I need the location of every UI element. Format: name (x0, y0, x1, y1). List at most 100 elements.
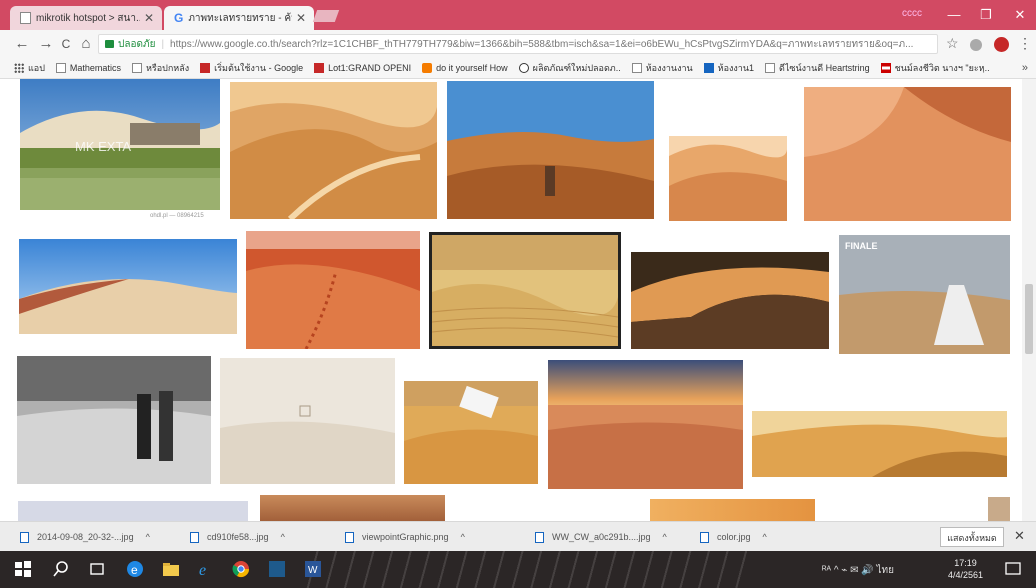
bookmark-label: ห้องงาน1 (717, 63, 755, 73)
close-download-shelf-button[interactable]: ✕ (1014, 528, 1025, 544)
secure-label: ปลอดภัย (118, 38, 156, 50)
chevron-up-icon[interactable]: ^ (663, 532, 667, 542)
download-item[interactable]: viewpointGraphic.png ^ (345, 528, 465, 546)
minimize-button[interactable]: — (940, 4, 968, 26)
flag-icon (703, 63, 714, 73)
bookmark-label: ชนม์ลงชีวิต นางฯ "ยะหฺ.. (894, 63, 990, 73)
chevron-up-icon[interactable]: ^ (461, 532, 465, 542)
vertical-scrollbar[interactable] (1022, 79, 1036, 521)
download-filename: WW_CW_a0c291b....jpg (552, 532, 651, 542)
bookmark-star-icon[interactable]: ☆ (946, 35, 959, 52)
bookmark-item[interactable]: ผลิตภัณฑ์ใหม่ปลอดภ.. (518, 61, 621, 75)
system-tray[interactable]: ᴿᴬ ^ ⌁ ✉ 🔊 ไทย (822, 563, 894, 578)
result-image-sunset-dunes[interactable] (548, 360, 743, 489)
result-image-red-dune-footprints[interactable] (246, 231, 420, 349)
edge-browser-icon[interactable]: e (126, 560, 144, 578)
download-filename: viewpointGraphic.png (362, 532, 449, 542)
result-image-partial[interactable] (988, 497, 1010, 521)
bookmark-item[interactable]: ห้องงาน1 (703, 61, 755, 75)
chrome-icon[interactable] (232, 560, 250, 578)
result-image-shadow-dune[interactable] (631, 252, 829, 349)
result-image-pale-dunes[interactable] (19, 239, 237, 334)
lock-icon (105, 40, 114, 48)
download-item[interactable]: color.jpg ^ (700, 528, 767, 546)
search-icon[interactable] (52, 560, 70, 578)
result-image-finale-bride[interactable]: FINALE (839, 235, 1010, 354)
task-view-icon[interactable] (88, 560, 106, 578)
tab-mikrotik[interactable]: mikrotik hotspot > สนา.. ✕ (10, 6, 162, 30)
forward-button[interactable]: → (36, 34, 56, 54)
bookmark-item[interactable]: หรือปกหลัง (131, 61, 190, 75)
close-tab-icon[interactable]: ✕ (144, 11, 154, 25)
bookmark-item[interactable]: ห้องงานงาน (631, 61, 693, 75)
file-icon (535, 531, 544, 543)
chevron-up-icon[interactable]: ^ (763, 532, 767, 542)
bookmark-label: Mathematics (69, 63, 121, 73)
result-image-rippled-desert[interactable] (429, 232, 621, 349)
reload-button[interactable]: C (56, 34, 76, 54)
profile-label[interactable]: cccc (902, 8, 922, 19)
download-item[interactable]: 2014-09-08_20-32-...jpg ^ (20, 528, 150, 546)
page-icon (55, 63, 66, 73)
browser-toolbar: ← → C ⌂ ปลอดภัย | https://www.google.co.… (0, 30, 1036, 58)
scrollbar-thumb[interactable] (1025, 284, 1033, 354)
result-image-partial[interactable] (18, 501, 248, 521)
internet-explorer-icon[interactable]: e (197, 560, 215, 578)
bookmark-item[interactable]: แอป (14, 61, 45, 75)
download-item[interactable]: WW_CW_a0c291b....jpg ^ (535, 528, 667, 546)
menu-icon[interactable]: ⋮ (1018, 35, 1032, 52)
word-icon[interactable]: W (304, 560, 322, 578)
windows-start-icon[interactable] (14, 560, 32, 578)
page-icon (131, 63, 142, 73)
bookmark-item[interactable]: Mathematics (55, 63, 121, 73)
download-item[interactable]: cd910fe58...jpg ^ (190, 528, 285, 546)
home-button[interactable]: ⌂ (76, 34, 96, 54)
bookmark-item[interactable]: ดีไซน์งานดี Heartstring (765, 61, 870, 75)
notifications-icon[interactable] (1004, 560, 1022, 578)
address-bar[interactable]: ปลอดภัย | https://www.google.co.th/searc… (98, 34, 938, 54)
download-shelf: แสดงทั้งหมด ✕ 2014-09-08_20-32-...jpg ^ cd… (0, 521, 1036, 551)
bookmark-label: do it yourself How (436, 63, 508, 73)
result-image-golden-dunes[interactable] (752, 411, 1007, 477)
bookmark-item[interactable]: Lot1:GRAND OPENI (314, 63, 411, 73)
image-results: MK EXTA ohdl.pl — 08964215 FINALE (0, 79, 1036, 521)
result-image-desert-walker[interactable] (447, 81, 654, 219)
show-all-downloads-button[interactable]: แสดงทั้งหมด (940, 527, 1004, 547)
result-image-suv-dunes[interactable] (404, 381, 538, 484)
extension-icon[interactable] (970, 39, 982, 51)
bookmark-item[interactable]: do it yourself How (422, 63, 508, 73)
close-tab-icon[interactable]: ✕ (296, 11, 306, 25)
maximize-button[interactable]: ❐ (972, 4, 1000, 26)
chevron-up-icon[interactable]: ^ (281, 532, 285, 542)
bookmark-label: หรือปกหลัง (145, 63, 190, 73)
store-app-icon[interactable] (268, 560, 286, 578)
chevron-up-icon[interactable]: ^ (146, 532, 150, 542)
result-image-bw-travelers[interactable] (17, 356, 211, 484)
url-text[interactable]: https://www.google.co.th/search?rlz=1C1C… (170, 37, 913, 52)
wordpress-icon (518, 63, 529, 73)
finale-label: FINALE (845, 241, 878, 251)
tab-google-images[interactable]: G ภาพทะเลทรายทราย - ค้นหา.. ✕ (164, 6, 314, 30)
page-icon (20, 12, 31, 24)
clock[interactable]: 17:19 4/4/2561 (948, 557, 983, 581)
result-image-oasis[interactable]: MK EXTA (20, 79, 220, 210)
new-tab-button[interactable] (312, 10, 340, 22)
result-image-dunes-2[interactable] (230, 82, 437, 219)
bookmark-item[interactable]: เริ่มต้นใช้งาน - Google (200, 61, 303, 75)
result-image-orange-dune[interactable] (804, 87, 1011, 221)
apps-icon (14, 63, 24, 73)
result-image-dune-curves[interactable] (669, 136, 787, 221)
back-button[interactable]: ← (12, 34, 32, 54)
extension-icon[interactable] (994, 37, 1009, 52)
google-plus-icon (200, 63, 211, 73)
file-explorer-icon[interactable] (162, 560, 180, 578)
page-icon (631, 63, 642, 73)
bookmark-label: ผลิตภัณฑ์ใหม่ปลอดภ.. (532, 63, 621, 73)
bookmark-item[interactable]: ชนม์ลงชีวิต นางฯ "ยะหฺ.. (880, 61, 990, 75)
result-image-pale-sand[interactable] (220, 358, 395, 484)
result-image-partial[interactable] (260, 495, 445, 521)
close-window-button[interactable]: ✕ (1006, 4, 1034, 26)
result-image-partial[interactable] (650, 499, 815, 521)
clock-time: 17:19 (954, 558, 977, 568)
bookmarks-overflow-button[interactable]: » (1022, 62, 1028, 74)
